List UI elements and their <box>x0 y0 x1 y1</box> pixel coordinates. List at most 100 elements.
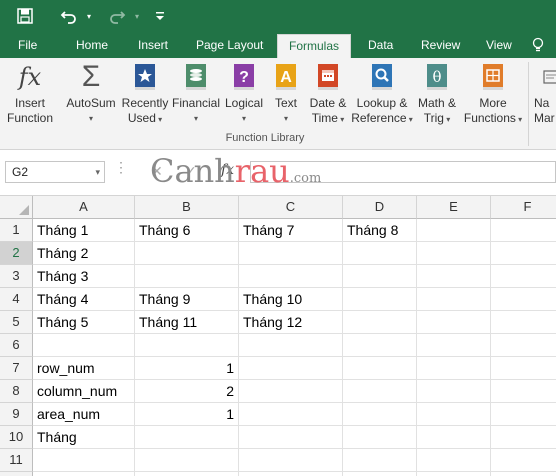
name-manager-button[interactable]: Na Mar <box>534 62 556 134</box>
cell-c12[interactable] <box>239 472 343 476</box>
formula-bar-resize-handle[interactable]: ⋮ <box>114 160 128 180</box>
row-header-3[interactable]: 3 <box>0 265 33 288</box>
cell-a12[interactable] <box>33 472 135 476</box>
math-trig-button[interactable]: θ Math & Trig ▾ <box>414 62 460 134</box>
logical-button[interactable]: ? Logical ▾ <box>222 62 266 134</box>
cell-a9[interactable]: area_num <box>33 403 135 426</box>
cell-c9[interactable] <box>239 403 343 426</box>
cell-f4[interactable] <box>491 288 556 311</box>
cell-d8[interactable] <box>343 380 417 403</box>
cell-d11[interactable] <box>343 449 417 472</box>
column-header-c[interactable]: C <box>239 196 343 219</box>
undo-dropdown-icon[interactable]: ▾ <box>83 4 95 28</box>
cell-b7[interactable]: 1 <box>135 357 239 380</box>
cell-e4[interactable] <box>417 288 491 311</box>
cell-e1[interactable] <box>417 219 491 242</box>
cell-c3[interactable] <box>239 265 343 288</box>
column-header-f[interactable]: F <box>491 196 556 219</box>
cell-d5[interactable] <box>343 311 417 334</box>
cell-c2[interactable] <box>239 242 343 265</box>
cell-d1[interactable]: Tháng 8 <box>343 219 417 242</box>
date-time-button[interactable]: Date & Time ▾ <box>305 62 351 134</box>
cell-d2[interactable] <box>343 242 417 265</box>
cell-a10[interactable]: Tháng <box>33 426 135 449</box>
cell-d3[interactable] <box>343 265 417 288</box>
tab-data[interactable]: Data <box>358 32 403 58</box>
column-header-a[interactable]: A <box>33 196 135 219</box>
row-header-7[interactable]: 7 <box>0 357 33 380</box>
cell-e7[interactable] <box>417 357 491 380</box>
row-header-8[interactable]: 8 <box>0 380 33 403</box>
cell-f12[interactable] <box>491 472 556 476</box>
cell-f9[interactable] <box>491 403 556 426</box>
cell-a3[interactable]: Tháng 3 <box>33 265 135 288</box>
row-header-12[interactable]: 12 <box>0 472 33 476</box>
cell-e6[interactable] <box>417 334 491 357</box>
row-header-2[interactable]: 2 <box>0 242 33 265</box>
save-icon[interactable] <box>12 4 38 28</box>
undo-icon[interactable] <box>56 4 82 28</box>
name-box-dropdown-icon[interactable]: ▾ <box>95 162 100 182</box>
cell-e2[interactable] <box>417 242 491 265</box>
row-header-6[interactable]: 6 <box>0 334 33 357</box>
cell-c1[interactable]: Tháng 7 <box>239 219 343 242</box>
cell-f10[interactable] <box>491 426 556 449</box>
cell-e12[interactable] <box>417 472 491 476</box>
insert-function-button[interactable]: fx Insert Function <box>4 62 56 134</box>
cell-e10[interactable] <box>417 426 491 449</box>
cell-a4[interactable]: Tháng 4 <box>33 288 135 311</box>
cell-b11[interactable] <box>135 449 239 472</box>
cell-f1[interactable] <box>491 219 556 242</box>
cell-d10[interactable] <box>343 426 417 449</box>
row-header-9[interactable]: 9 <box>0 403 33 426</box>
cell-d12[interactable] <box>343 472 417 476</box>
cell-d7[interactable] <box>343 357 417 380</box>
lookup-reference-button[interactable]: Lookup & Reference ▾ <box>351 62 413 134</box>
redo-icon[interactable] <box>104 4 130 28</box>
cell-d4[interactable] <box>343 288 417 311</box>
cell-b9[interactable]: 1 <box>135 403 239 426</box>
cell-c4[interactable]: Tháng 10 <box>239 288 343 311</box>
cell-a2[interactable]: Tháng 2 <box>33 242 135 265</box>
cell-a8[interactable]: column_num <box>33 380 135 403</box>
cell-a7[interactable]: row_num <box>33 357 135 380</box>
cell-c8[interactable] <box>239 380 343 403</box>
select-all-button[interactable] <box>0 196 33 219</box>
cell-f2[interactable] <box>491 242 556 265</box>
row-header-4[interactable]: 4 <box>0 288 33 311</box>
cell-e11[interactable] <box>417 449 491 472</box>
cell-b8[interactable]: 2 <box>135 380 239 403</box>
cell-b2[interactable] <box>135 242 239 265</box>
lightbulb-icon[interactable] <box>522 32 554 58</box>
autosum-button[interactable]: Σ AutoSum ▾ <box>62 60 120 134</box>
tab-review[interactable]: Review <box>411 32 470 58</box>
tab-view[interactable]: View <box>476 32 522 58</box>
text-button[interactable]: A Text ▾ <box>270 62 302 134</box>
cell-b3[interactable] <box>135 265 239 288</box>
row-header-11[interactable]: 11 <box>0 449 33 472</box>
cell-c6[interactable] <box>239 334 343 357</box>
cell-c11[interactable] <box>239 449 343 472</box>
recently-used-button[interactable]: Recently Used ▾ <box>121 62 169 134</box>
cell-b6[interactable] <box>135 334 239 357</box>
tab-page-layout[interactable]: Page Layout <box>186 32 273 58</box>
cell-e3[interactable] <box>417 265 491 288</box>
cell-e5[interactable] <box>417 311 491 334</box>
cell-c5[interactable]: Tháng 12 <box>239 311 343 334</box>
cell-a5[interactable]: Tháng 5 <box>33 311 135 334</box>
cell-a1[interactable]: Tháng 1 <box>33 219 135 242</box>
tab-formulas[interactable]: Formulas <box>277 34 351 58</box>
cell-f6[interactable] <box>491 334 556 357</box>
cell-e9[interactable] <box>417 403 491 426</box>
row-header-1[interactable]: 1 <box>0 219 33 242</box>
cell-d9[interactable] <box>343 403 417 426</box>
cell-a11[interactable] <box>33 449 135 472</box>
cell-c7[interactable] <box>239 357 343 380</box>
cell-f8[interactable] <box>491 380 556 403</box>
cell-d6[interactable] <box>343 334 417 357</box>
cell-e8[interactable] <box>417 380 491 403</box>
cell-b1[interactable]: Tháng 6 <box>135 219 239 242</box>
financial-button[interactable]: Financial ▾ <box>172 62 220 134</box>
cell-a6[interactable] <box>33 334 135 357</box>
tab-home[interactable]: Home <box>66 32 118 58</box>
